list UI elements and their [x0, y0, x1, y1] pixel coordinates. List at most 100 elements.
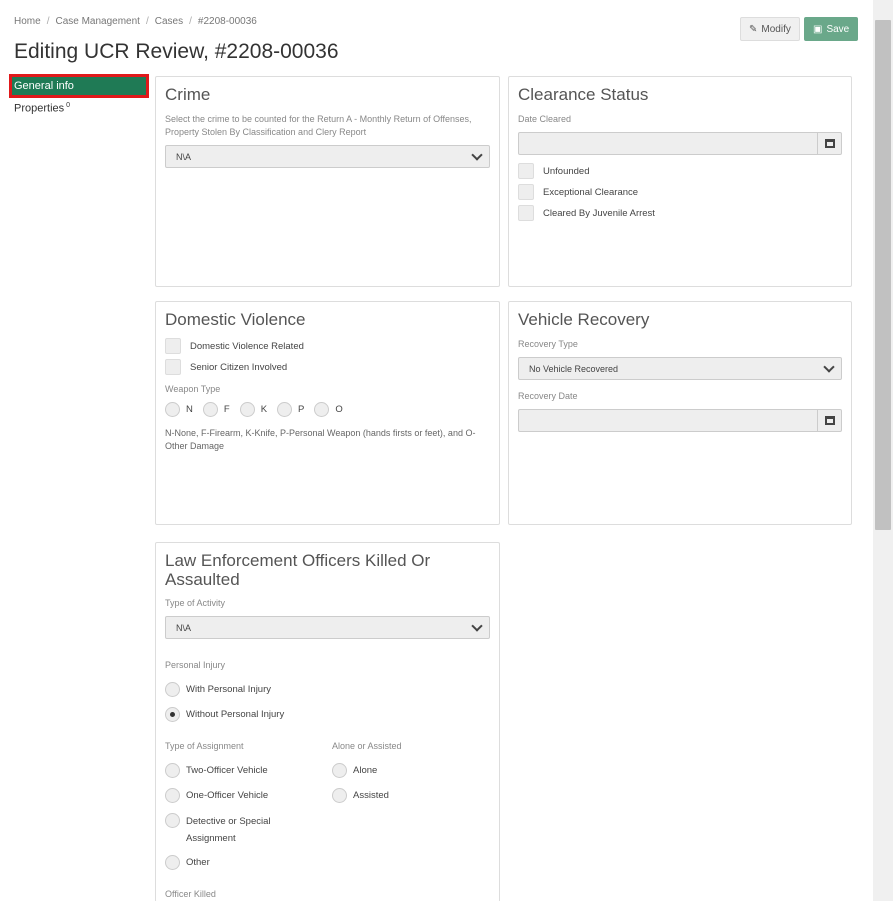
breadcrumb-cases[interactable]: Cases	[155, 16, 183, 27]
nav-general-info[interactable]: General info	[9, 74, 149, 98]
alone-assisted-label: Alone or Assisted	[332, 741, 402, 751]
weapon-p-radio[interactable]	[277, 402, 293, 417]
alone-column: Alone or Assisted Alone Assisted	[332, 740, 402, 870]
weapon-p-label: P	[298, 404, 305, 415]
clearance-status-panel: Clearance Status Date Cleared Unfounded …	[508, 76, 852, 287]
weapon-f-option[interactable]: F	[202, 402, 230, 417]
weapon-type-options: N F K P O	[165, 402, 490, 417]
breadcrumb-current: #2208-00036	[197, 16, 257, 27]
assisted-option[interactable]: Assisted	[332, 788, 402, 803]
domestic-related-label: Domestic Violence Related	[190, 340, 304, 352]
nav-general-info-label: General info	[14, 80, 74, 92]
recovery-date-input[interactable]	[518, 409, 842, 432]
activity-type-select[interactable]: N\A	[165, 616, 490, 639]
one-officer-radio[interactable]	[165, 788, 180, 803]
one-officer-option[interactable]: One-Officer Vehicle	[165, 788, 332, 803]
domestic-related-checkbox[interactable]	[165, 338, 181, 354]
scrollbar-thumb[interactable]	[875, 20, 891, 530]
recovery-type-value: No Vehicle Recovered	[529, 363, 619, 374]
breadcrumb-separator: /	[46, 16, 50, 27]
weapon-o-radio[interactable]	[314, 402, 330, 417]
chevron-down-icon	[471, 619, 483, 632]
recovery-type-label: Recovery Type	[518, 339, 578, 349]
crime-select-value: N\A	[176, 151, 192, 162]
breadcrumb: Home / Case Management / Cases / #2208-0…	[14, 16, 257, 27]
chevron-down-icon	[823, 360, 835, 373]
two-officer-radio[interactable]	[165, 763, 180, 778]
crime-select[interactable]: N\A	[165, 145, 490, 168]
save-label: Save	[826, 23, 850, 35]
assignment-column: Type of Assignment Two-Officer Vehicle O…	[165, 740, 332, 870]
domestic-related-row: Domestic Violence Related	[165, 338, 490, 354]
weapon-k-label: K	[260, 404, 268, 415]
clearance-title: Clearance Status	[518, 85, 649, 104]
modify-button[interactable]: ✎ Modify	[740, 17, 800, 41]
assignment-section: Type of Assignment Two-Officer Vehicle O…	[165, 740, 490, 870]
date-cleared-input[interactable]	[518, 132, 842, 155]
vehicle-recovery-panel: Vehicle Recovery Recovery Type No Vehicl…	[508, 301, 852, 525]
assisted-label: Assisted	[353, 790, 389, 801]
exceptional-clearance-label: Exceptional Clearance	[543, 186, 639, 198]
with-injury-option[interactable]: With Personal Injury	[165, 682, 490, 697]
recovery-type-select[interactable]: No Vehicle Recovered	[518, 357, 842, 380]
unfounded-label: Unfounded	[543, 165, 590, 177]
activity-type-label: Type of Activity	[165, 598, 226, 608]
detective-option[interactable]: Detective or Special Assignment	[165, 813, 332, 847]
weapon-k-option[interactable]: K	[239, 402, 268, 417]
weapon-n-label: N	[186, 404, 193, 415]
weapon-n-option[interactable]: N	[165, 402, 193, 417]
domestic-title: Domestic Violence	[165, 310, 306, 329]
detective-radio[interactable]	[165, 813, 180, 828]
weapon-o-option[interactable]: O	[314, 402, 343, 417]
juvenile-arrest-label: Cleared By Juvenile Arrest	[543, 207, 655, 219]
save-button[interactable]: ▣ Save	[804, 17, 859, 41]
detective-label: Detective or Special Assignment	[186, 816, 271, 844]
unfounded-row: Unfounded	[518, 163, 842, 179]
breadcrumb-home[interactable]: Home	[14, 16, 41, 27]
two-officer-option[interactable]: Two-Officer Vehicle	[165, 763, 332, 778]
weapon-o-label: O	[335, 404, 343, 415]
other-label: Other	[186, 857, 210, 868]
other-radio[interactable]	[165, 855, 180, 870]
weapon-type-note: N-None, F-Firearm, K-Knife, P-Personal W…	[165, 428, 476, 451]
one-officer-label: One-Officer Vehicle	[186, 790, 269, 801]
assisted-radio[interactable]	[332, 788, 347, 803]
breadcrumb-separator: /	[189, 16, 192, 27]
with-injury-label: With Personal Injury	[186, 684, 272, 695]
leoka-panel: Law Enforcement Officers Killed Or Assau…	[155, 542, 500, 901]
alone-radio[interactable]	[332, 763, 347, 778]
activity-type-value: N\A	[176, 622, 192, 633]
nav-properties[interactable]: Properties 0	[10, 97, 148, 120]
unfounded-checkbox[interactable]	[518, 163, 534, 179]
weapon-f-radio[interactable]	[202, 402, 218, 417]
exceptional-clearance-checkbox[interactable]	[518, 184, 534, 200]
domestic-violence-panel: Domestic Violence Domestic Violence Rela…	[155, 301, 500, 525]
officer-killed-label: Officer Killed	[165, 889, 216, 899]
breadcrumb-separator: /	[145, 16, 149, 27]
without-injury-label: Without Personal Injury	[186, 709, 285, 720]
weapon-p-option[interactable]: P	[277, 402, 304, 417]
two-officer-label: Two-Officer Vehicle	[186, 765, 268, 776]
floppy-disk-icon: ▣	[813, 23, 823, 35]
recovery-date-calendar-button[interactable]	[817, 410, 841, 431]
date-cleared-calendar-button[interactable]	[817, 133, 841, 154]
calendar-icon	[824, 139, 835, 148]
breadcrumb-case-management[interactable]: Case Management	[55, 16, 140, 27]
alone-option[interactable]: Alone	[332, 763, 402, 778]
without-injury-radio[interactable]	[165, 707, 180, 722]
page-scrollbar[interactable]	[873, 0, 893, 901]
properties-count-badge: 0	[66, 102, 71, 109]
with-injury-radio[interactable]	[165, 682, 180, 697]
nav-properties-label: Properties	[14, 102, 65, 115]
side-navigation: General info Properties 0	[9, 74, 149, 120]
alone-label: Alone	[353, 765, 378, 776]
senior-involved-checkbox[interactable]	[165, 359, 181, 375]
weapon-n-radio[interactable]	[165, 402, 180, 417]
without-injury-option[interactable]: Without Personal Injury	[165, 707, 490, 722]
juvenile-arrest-checkbox[interactable]	[518, 205, 534, 221]
crime-help-text: Select the crime to be counted for the R…	[165, 114, 472, 137]
other-option[interactable]: Other	[165, 855, 332, 870]
leoka-title: Law Enforcement Officers Killed Or Assau…	[165, 551, 431, 589]
weapon-type-label: Weapon Type	[165, 384, 221, 394]
weapon-k-radio[interactable]	[239, 402, 255, 417]
